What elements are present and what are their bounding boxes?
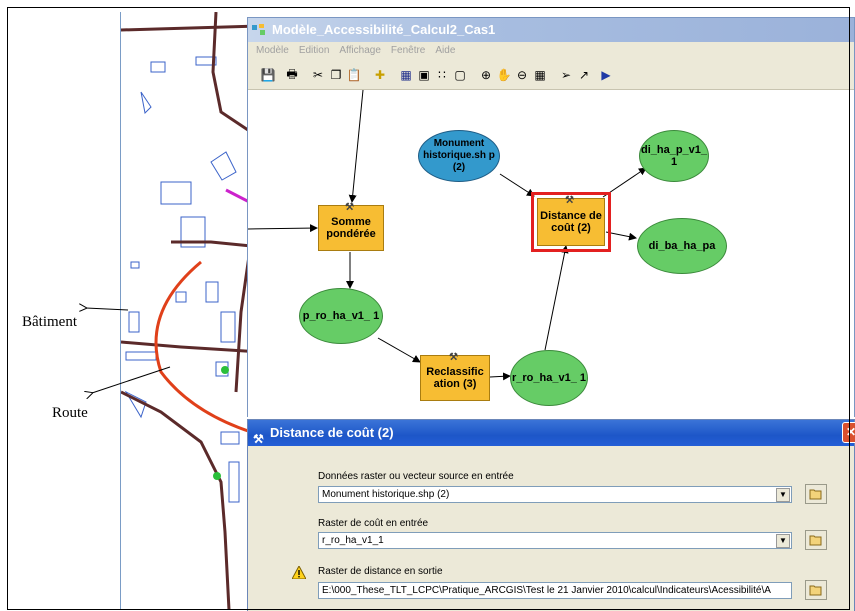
copy-icon[interactable]: ❐ (328, 67, 344, 83)
node-distance-de-cout[interactable]: ⚒ Distance de coût (2) (531, 192, 611, 252)
grid-icon[interactable]: ▦ (398, 67, 414, 83)
input-source-label: Données raster ou vecteur source en entr… (318, 471, 514, 482)
add-data-icon[interactable]: ✚ (372, 67, 388, 83)
chevron-down-icon[interactable]: ▼ (776, 534, 790, 548)
paste-icon[interactable]: 📋 (346, 67, 362, 83)
zoom-in-fixed-icon[interactable]: ∷ (434, 67, 450, 83)
output-distance-path[interactable]: E:\000_These_TLT_LCPC\Pratique_ARCGIS\Te… (318, 582, 792, 599)
pan-icon[interactable]: ✋ (496, 67, 512, 83)
input-source-combo[interactable]: Monument historique.shp (2) (318, 486, 792, 503)
node-di-ba-ha-pa[interactable]: di_ba_ha_pa (637, 218, 727, 274)
tool-hammer-icon: ⚒ (449, 352, 458, 363)
toolbar: 💾 🖶 ✂ ❐ 📋 ✚ ▦ ▣ ∷ ▢ ⊕ ✋ ⊖ ▦ ➢ ↗ ▶ (248, 60, 854, 90)
distance-cout-dialog: ⚒ Distance de coût (2) ✕ Données raster … (247, 419, 855, 611)
annotation-arrows (0, 0, 171, 611)
tool-hammer-icon: ⚒ (565, 195, 574, 206)
node-r-ro-ha-v1[interactable]: r_ro_ha_v1_ 1 (510, 350, 588, 406)
node-di-ha-p-v1[interactable]: di_ha_p_v1_ 1 (639, 130, 709, 182)
tool-hammer-icon: ⚒ (345, 202, 354, 213)
zoom-out-fixed-icon[interactable]: ▢ (452, 67, 468, 83)
menu-fenetre[interactable]: Fenêtre (391, 42, 425, 60)
dialog-titlebar[interactable]: ⚒ Distance de coût (2) ✕ (248, 420, 855, 446)
browse-output-button[interactable] (805, 580, 827, 600)
node-distance-label: Distance de coût (2) (540, 210, 602, 234)
chevron-down-icon[interactable]: ▼ (776, 488, 790, 502)
dialog-body: Données raster ou vecteur source en entr… (248, 446, 854, 611)
output-distance-label: Raster de distance en sortie (318, 566, 443, 577)
node-somme-label: Somme pondérée (326, 216, 376, 240)
zoom-in-icon[interactable]: ⊕ (478, 67, 494, 83)
close-button[interactable]: ✕ (842, 422, 855, 443)
menu-modele[interactable]: Modèle (256, 42, 289, 60)
folder-open-icon (809, 535, 822, 546)
cut-icon[interactable]: ✂ (310, 67, 326, 83)
zoom-out-icon[interactable]: ⊖ (514, 67, 530, 83)
node-reclassification[interactable]: ⚒ Reclassific ation (3) (420, 352, 490, 401)
menu-affichage[interactable]: Affichage (339, 42, 381, 60)
menu-aide[interactable]: Aide (435, 42, 455, 60)
menu-bar: Modèle Edition Affichage Fenêtre Aide (248, 42, 854, 60)
warning-icon (292, 566, 306, 579)
model-builder-window: Modèle_Accessibilité_Calcul2_Cas1 Modèle… (247, 17, 855, 418)
node-somme-ponderee[interactable]: ⚒ Somme pondérée (318, 202, 384, 251)
run-icon[interactable]: ▶ (598, 67, 614, 83)
node-reclassification-label: Reclassific ation (3) (426, 366, 484, 390)
cost-raster-combo[interactable]: r_ro_ha_v1_1 (318, 532, 792, 549)
menu-edition[interactable]: Edition (299, 42, 330, 60)
model-app-icon (252, 24, 265, 35)
model-canvas[interactable]: Monument historique.sh p (2) ⚒ Somme pond… (248, 90, 854, 418)
browse-source-button[interactable] (805, 484, 827, 504)
folder-open-icon (809, 585, 822, 596)
node-p-ro-ha-v1[interactable]: p_ro_ha_v1_ 1 (299, 288, 383, 344)
folder-open-icon (809, 489, 822, 500)
screenshot-root: Bâtiment Route Modèle_Accessibilité_Calc… (0, 0, 855, 611)
save-icon[interactable]: 💾 (260, 67, 276, 83)
connect-icon[interactable]: ↗ (576, 67, 592, 83)
browse-cost-button[interactable] (805, 530, 827, 550)
model-window-title: Modèle_Accessibilité_Calcul2_Cas1 (272, 22, 496, 37)
full-extent-icon[interactable]: ▣ (416, 67, 432, 83)
dialog-title: Distance de coût (2) (270, 425, 394, 440)
select-arrow-icon[interactable]: ➢ (558, 67, 574, 83)
overview-icon[interactable]: ▦ (532, 67, 548, 83)
node-monument-historique[interactable]: Monument historique.sh p (2) (418, 130, 500, 182)
model-window-titlebar[interactable]: Modèle_Accessibilité_Calcul2_Cas1 (248, 18, 854, 42)
print-icon[interactable]: 🖶 (284, 67, 300, 83)
cost-raster-label: Raster de coût en entrée (318, 518, 429, 529)
